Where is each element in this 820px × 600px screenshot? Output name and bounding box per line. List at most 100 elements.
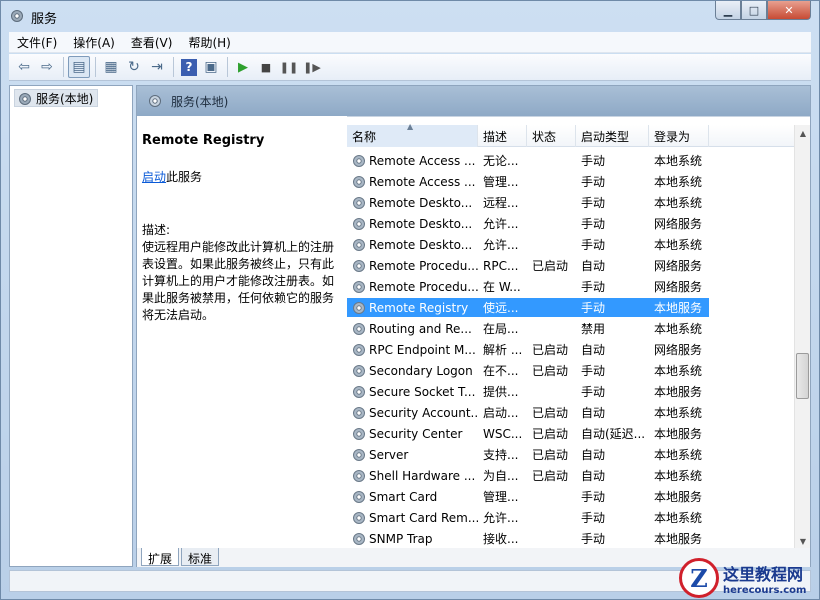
show-hide-console-tree-icon[interactable]: ▤ bbox=[68, 56, 90, 78]
service-gear-icon bbox=[353, 364, 365, 377]
service-name-cell: Security Account... bbox=[347, 405, 478, 421]
close-icon: ✕ bbox=[784, 3, 794, 17]
start-service-icon[interactable]: ▶ bbox=[232, 56, 254, 78]
service-log-on-as: 网络服务 bbox=[654, 280, 703, 294]
service-status: 已启动 bbox=[532, 364, 569, 378]
vertical-scrollbar[interactable]: ▲ ▼ bbox=[794, 125, 810, 549]
window-controls: ▁ □ ✕ bbox=[715, 1, 811, 20]
pause-service-icon[interactable]: ❚❚ bbox=[278, 56, 300, 78]
service-description: 使远... bbox=[483, 301, 519, 315]
service-gear-icon bbox=[353, 406, 365, 419]
service-row[interactable]: Remote Deskto... 远程... 手动 本地系统 bbox=[347, 192, 795, 213]
service-row[interactable]: Remote Deskto... 允许... 手动 网络服务 bbox=[347, 213, 795, 234]
menu-action[interactable]: 操作(A) bbox=[65, 34, 123, 51]
service-description: 无论... bbox=[483, 154, 519, 168]
stop-service-icon[interactable]: ■ bbox=[255, 56, 277, 78]
service-row[interactable]: Secure Socket T... 提供... 手动 本地服务 bbox=[347, 381, 795, 402]
service-row-content: Smart Card 管理... 手动 本地服务 bbox=[347, 487, 709, 506]
menu-file[interactable]: 文件(F) bbox=[9, 34, 65, 51]
service-row[interactable]: Server 支持... 已启动 自动 本地系统 bbox=[347, 444, 795, 465]
tab-standard[interactable]: 标准 bbox=[181, 548, 220, 566]
tree-node-services-local[interactable]: 服务(本地) bbox=[14, 89, 99, 107]
service-row[interactable]: Routing and Re... 在局... 禁用 本地系统 bbox=[347, 318, 795, 339]
properties-icon[interactable]: ▦ bbox=[100, 56, 122, 78]
service-name: SNMP Trap bbox=[369, 531, 433, 546]
service-gear-icon bbox=[353, 448, 365, 461]
scroll-up-icon[interactable]: ▲ bbox=[795, 125, 811, 141]
service-startup-type: 手动 bbox=[581, 364, 606, 378]
service-row[interactable]: Security Account... 启动... 已启动 自动 本地系统 bbox=[347, 402, 795, 423]
service-startup-type: 手动 bbox=[581, 490, 606, 504]
help-icon[interactable]: ? bbox=[181, 58, 197, 76]
tab-extended[interactable]: 扩展 bbox=[141, 548, 180, 566]
service-name: Remote Deskto... bbox=[369, 216, 473, 231]
service-startup-type: 自动 bbox=[581, 469, 606, 483]
scroll-down-icon[interactable]: ▼ bbox=[795, 533, 811, 549]
service-startup-type: 手动 bbox=[581, 238, 606, 252]
service-name-cell: Routing and Re... bbox=[347, 321, 478, 337]
maximize-button[interactable]: □ bbox=[741, 1, 767, 20]
service-log-on-as: 本地服务 bbox=[654, 490, 703, 504]
column-header-startup-type[interactable]: 启动类型 bbox=[576, 125, 649, 147]
service-row[interactable]: SNMP Trap 接收... 手动 本地服务 bbox=[347, 528, 795, 549]
scrollbar-thumb[interactable] bbox=[796, 353, 809, 399]
service-startup-type: 手动 bbox=[581, 154, 606, 168]
service-row[interactable]: Remote Procedu... 在 W... 手动 网络服务 bbox=[347, 276, 795, 297]
column-header-status[interactable]: 状态 bbox=[527, 125, 576, 147]
title-bar[interactable]: 服务 ▁ □ ✕ bbox=[1, 1, 819, 31]
service-log-on-as: 网络服务 bbox=[654, 217, 703, 231]
toolbar-divider bbox=[173, 57, 174, 77]
column-header-label: 登录为 bbox=[654, 129, 691, 144]
toolbar-divider bbox=[63, 57, 64, 77]
service-row[interactable]: Smart Card 管理... 手动 本地服务 bbox=[347, 486, 795, 507]
column-header-description[interactable]: 描述 bbox=[478, 125, 527, 147]
service-row[interactable]: Remote Access ... 管理... 手动 本地系统 bbox=[347, 171, 795, 192]
service-row[interactable]: Security Center WSC... 已启动 自动(延迟... 本地服务 bbox=[347, 423, 795, 444]
back-arrow-icon[interactable]: ⇦ bbox=[13, 56, 35, 78]
service-log-on-as: 本地系统 bbox=[654, 322, 703, 336]
service-name: Remote Access ... bbox=[369, 153, 476, 168]
service-description: 允许... bbox=[483, 511, 519, 525]
service-description: 提供... bbox=[483, 385, 519, 399]
service-name-cell: Smart Card bbox=[347, 489, 478, 505]
column-header-name[interactable]: ▲ 名称 bbox=[347, 122, 478, 147]
export-list-icon[interactable]: ⇥ bbox=[146, 56, 168, 78]
service-description: 为自... bbox=[483, 469, 519, 483]
service-row[interactable]: RPC Endpoint M... 解析 ... 已启动 自动 网络服务 bbox=[347, 339, 795, 360]
service-status: 已启动 bbox=[532, 469, 569, 483]
service-status: 已启动 bbox=[532, 427, 569, 441]
service-row[interactable]: Smart Card Rem... 允许... 手动 本地系统 bbox=[347, 507, 795, 528]
service-gear-icon bbox=[353, 427, 365, 440]
service-row[interactable]: Remote Access ... 无论... 手动 本地系统 bbox=[347, 150, 795, 171]
close-button[interactable]: ✕ bbox=[767, 1, 811, 20]
start-service-link[interactable]: 启动 bbox=[142, 170, 166, 184]
service-log-on-as: 本地服务 bbox=[654, 301, 703, 315]
service-row[interactable]: Shell Hardware ... 为自... 已启动 自动 本地系统 bbox=[347, 465, 795, 486]
forward-arrow-icon[interactable]: ⇨ bbox=[36, 56, 58, 78]
minimize-button[interactable]: ▁ bbox=[715, 1, 741, 20]
service-row[interactable]: Remote Registry 使远... 手动 本地服务 bbox=[347, 297, 795, 318]
menu-view[interactable]: 查看(V) bbox=[123, 34, 181, 51]
sort-ascending-icon: ▲ bbox=[407, 122, 414, 131]
service-startup-type: 手动 bbox=[581, 217, 606, 231]
restart-service-icon[interactable]: ❚▶ bbox=[301, 56, 323, 78]
service-name-cell: Remote Procedu... bbox=[347, 279, 478, 295]
service-row-content: Remote Procedu... 在 W... 手动 网络服务 bbox=[347, 277, 709, 296]
service-gear-icon bbox=[353, 490, 365, 503]
service-gear-icon bbox=[353, 154, 365, 167]
service-name-cell: Smart Card Rem... bbox=[347, 510, 478, 526]
start-service-suffix: 此服务 bbox=[166, 170, 203, 184]
service-startup-type: 手动 bbox=[581, 532, 606, 546]
console-view-icon[interactable]: ▣ bbox=[200, 56, 222, 78]
refresh-icon[interactable]: ↻ bbox=[123, 56, 145, 78]
service-startup-type: 手动 bbox=[581, 511, 606, 525]
menu-help[interactable]: 帮助(H) bbox=[180, 34, 238, 51]
service-row[interactable]: Remote Procedu... RPC... 已启动 自动 网络服务 bbox=[347, 255, 795, 276]
service-log-on-as: 本地服务 bbox=[654, 385, 703, 399]
service-row[interactable]: Secondary Logon 在不... 已启动 手动 本地系统 bbox=[347, 360, 795, 381]
service-row[interactable]: Remote Deskto... 允许... 手动 本地系统 bbox=[347, 234, 795, 255]
service-description: 在不... bbox=[483, 364, 519, 378]
service-gear-icon bbox=[353, 196, 365, 209]
column-header-log-on-as[interactable]: 登录为 bbox=[649, 125, 709, 147]
service-row-content: Routing and Re... 在局... 禁用 本地系统 bbox=[347, 319, 709, 338]
